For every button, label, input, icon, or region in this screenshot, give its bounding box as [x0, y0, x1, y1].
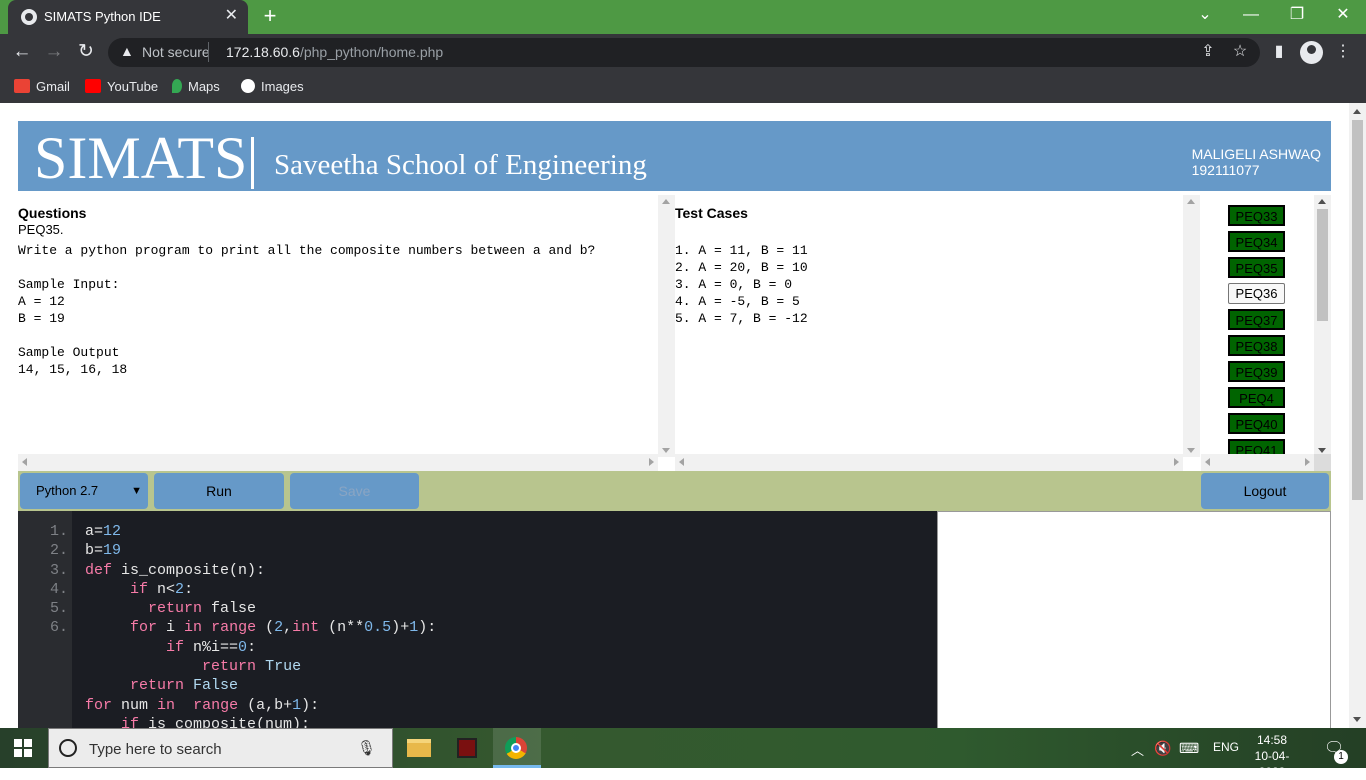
clock-time: 14:58 — [1256, 733, 1288, 747]
question-list: PEQ33 PEQ34 PEQ35 PEQ36 PEQ37 PEQ38 PEQ3… — [1201, 195, 1314, 457]
code-content[interactable]: a=12 b=19 def is_composite(n): if n<2: r… — [85, 522, 436, 728]
tab-title: SIMATS Python IDE — [44, 9, 161, 24]
side-panel-icon[interactable]: ▮ — [1269, 42, 1289, 62]
user-info: MALIGELI ASHWAQ 192111077 — [1192, 146, 1321, 178]
search-placeholder: Type here to search — [89, 741, 222, 758]
user-id: 192111077 — [1191, 162, 1260, 178]
logout-button[interactable]: Logout — [1201, 473, 1329, 509]
page-viewport: SIMATS Saveetha School of Engineering MA… — [0, 103, 1349, 728]
back-icon[interactable]: ← — [10, 41, 34, 65]
line-number-gutter: 1. 2. 3. 4. 5. 6. — [18, 511, 72, 728]
action-bar: Python 2.7 ▼ Run Save Logout — [18, 471, 1331, 511]
browser-tab-strip: SIMATS Python IDE ✕ + ⌄ — ❐ ✕ — [0, 0, 1366, 34]
gmail-icon — [14, 79, 30, 93]
question-button-peq36[interactable]: PEQ36 — [1228, 283, 1285, 304]
new-tab-button[interactable]: + — [258, 4, 282, 28]
taskbar-search-box[interactable]: Type here to search 🎙 — [48, 728, 393, 768]
maps-icon — [172, 79, 182, 93]
run-button[interactable]: Run — [154, 473, 284, 509]
question-code: PEQ35. — [18, 222, 64, 237]
youtube-icon — [85, 79, 101, 93]
not-secure-label[interactable]: Not secure — [142, 44, 210, 60]
line-numbers: 1. 2. 3. 4. 5. 6. — [49, 523, 68, 637]
school-name: Saveetha School of Engineering — [274, 149, 647, 181]
question-hscrollbar[interactable] — [18, 454, 658, 471]
user-name: MALIGELI ASHWAQ — [1191, 146, 1321, 162]
question-panel[interactable]: Questions PEQ35. Write a python program … — [18, 195, 658, 457]
site-header: SIMATS Saveetha School of Engineering MA… — [18, 121, 1331, 191]
forward-icon[interactable]: → — [42, 41, 66, 65]
questions-heading: Questions — [18, 205, 87, 221]
show-hidden-icons-icon[interactable]: ︿ — [1131, 740, 1144, 759]
question-button-peq4[interactable]: PEQ4 — [1228, 387, 1285, 408]
test-cases-panel[interactable]: Test Cases 1. A = 11, B = 11 2. A = 20, … — [675, 195, 1185, 457]
page-vscrollbar[interactable] — [1349, 103, 1366, 728]
question-vscrollbar[interactable] — [658, 195, 675, 457]
browser-tab[interactable]: SIMATS Python IDE ✕ — [8, 0, 248, 34]
address-bar[interactable]: ▲ Not secure 172.18.60.6/php_python/home… — [108, 38, 1260, 67]
url-text[interactable]: 172.18.60.6/php_python/home.php — [226, 44, 443, 60]
search-icon — [59, 739, 77, 757]
chevron-down-icon: ▼ — [131, 485, 142, 497]
notification-count-badge: 1 — [1334, 750, 1348, 764]
file-explorer-app[interactable] — [395, 728, 443, 768]
share-icon[interactable]: ⇪ — [1198, 42, 1218, 62]
brand-logo-text: SIMATS — [34, 125, 248, 191]
question-button-peq37[interactable]: PEQ37 — [1228, 309, 1285, 330]
code-editor[interactable]: 1. 2. 3. 4. 5. 6. a=12 b=19 def is_compo… — [18, 511, 937, 728]
question-button-peq34[interactable]: PEQ34 — [1228, 231, 1285, 252]
warning-icon: ▲ — [120, 43, 134, 59]
question-text: Write a python program to print all the … — [18, 243, 596, 377]
omnibox-divider — [208, 42, 209, 62]
volume-muted-icon[interactable]: 🔇 — [1154, 740, 1171, 757]
bookmark-star-icon[interactable]: ☆ — [1230, 42, 1250, 62]
test-cases-heading: Test Cases — [675, 205, 748, 221]
profile-avatar[interactable] — [1300, 41, 1323, 64]
brand-divider — [251, 137, 254, 189]
restore-icon[interactable]: ❐ — [1286, 4, 1308, 26]
close-window-icon[interactable]: ✕ — [1332, 4, 1354, 26]
question-button-peq35[interactable]: PEQ35 — [1228, 257, 1285, 278]
taskbar-clock[interactable]: 14:58 10-04-2023 — [1244, 732, 1300, 780]
question-list-hscrollbar[interactable] — [1201, 454, 1314, 471]
test-cases-hscrollbar[interactable] — [675, 454, 1183, 471]
bookmarks-bar: Gmail YouTube Maps Images — [0, 71, 1366, 103]
output-box[interactable] — [937, 511, 1331, 728]
bookmark-maps[interactable]: Maps — [172, 77, 220, 97]
tab-search-icon[interactable]: ⌄ — [1194, 4, 1216, 26]
clock-date: 10-04-2023 — [1254, 749, 1290, 779]
language-select[interactable]: Python 2.7 ▼ — [20, 473, 148, 509]
question-button-peq40[interactable]: PEQ40 — [1228, 413, 1285, 434]
bookmark-images[interactable]: Images — [241, 77, 304, 97]
reload-icon[interactable]: ↻ — [74, 41, 98, 65]
question-list-vscrollbar[interactable] — [1314, 195, 1331, 457]
windows-start-icon[interactable] — [14, 739, 32, 757]
question-button-peq38[interactable]: PEQ38 — [1228, 335, 1285, 356]
minimize-icon[interactable]: — — [1240, 4, 1262, 26]
test-cases-list: 1. A = 11, B = 11 2. A = 20, B = 10 3. A… — [675, 243, 808, 326]
language-indicator[interactable]: ENG — [1213, 740, 1239, 754]
microphone-icon[interactable]: 🎙 — [357, 739, 376, 757]
close-tab-icon[interactable]: ✕ — [225, 7, 238, 25]
site-favicon-icon — [21, 9, 37, 25]
save-button[interactable]: Save — [290, 473, 419, 509]
windows-taskbar: Type here to search 🎙 ︿ 🔇 ⌨ ENG 14:58 10… — [0, 728, 1366, 779]
menu-icon[interactable]: ⋮ — [1333, 42, 1353, 62]
chrome-app[interactable] — [493, 728, 541, 768]
browser-toolbar: ← → ↻ ▲ Not secure 172.18.60.6/php_pytho… — [0, 34, 1366, 71]
scroll-corner — [1314, 454, 1331, 471]
test-cases-vscrollbar[interactable] — [1183, 195, 1200, 457]
google-icon — [241, 79, 255, 93]
question-button-peq33[interactable]: PEQ33 — [1228, 205, 1285, 226]
media-app[interactable] — [443, 728, 491, 768]
bookmark-youtube[interactable]: YouTube — [85, 77, 158, 97]
bookmark-gmail[interactable]: Gmail — [14, 77, 70, 97]
question-button-peq39[interactable]: PEQ39 — [1228, 361, 1285, 382]
page-scroll-thumb[interactable] — [1352, 120, 1363, 500]
keyboard-icon[interactable]: ⌨ — [1179, 740, 1199, 757]
